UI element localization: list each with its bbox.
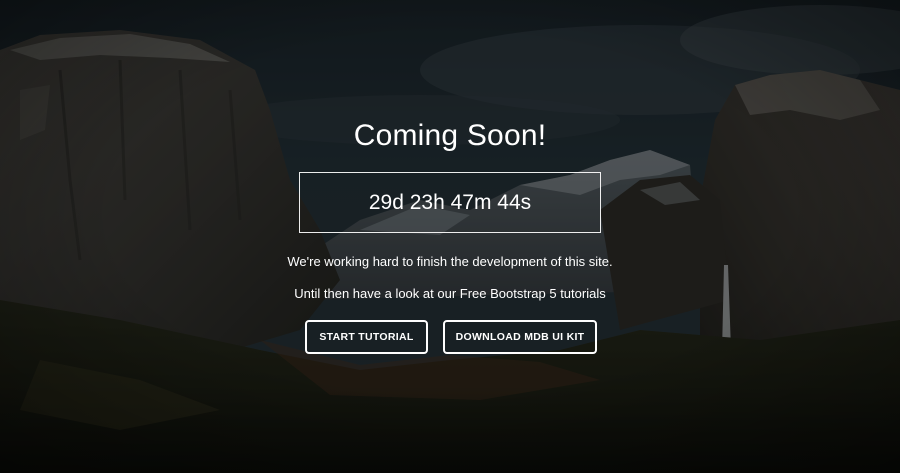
start-tutorial-button[interactable]: START TUTORIAL	[305, 320, 428, 354]
download-mdb-ui-kit-button[interactable]: DOWNLOAD MDB UI KIT	[443, 320, 597, 354]
countdown-timer: 29d 23h 47m 44s	[299, 172, 601, 233]
message-line-2: Until then have a look at our Free Boots…	[294, 286, 606, 301]
message-line-1: We're working hard to finish the develop…	[287, 254, 613, 269]
coming-soon-hero: Coming Soon! 29d 23h 47m 44s We're worki…	[0, 0, 900, 473]
page-title: Coming Soon!	[353, 119, 547, 152]
hero-content: Coming Soon! 29d 23h 47m 44s We're worki…	[0, 0, 900, 473]
